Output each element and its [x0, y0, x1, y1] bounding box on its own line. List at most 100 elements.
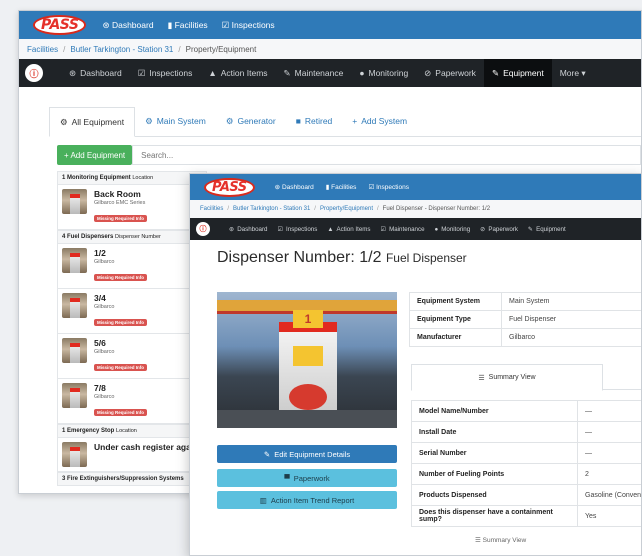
nav-inspections[interactable]: ☑ Inspections	[130, 59, 201, 87]
nav-maintenance[interactable]: ✎ Maintenance	[276, 59, 352, 87]
tab-add-system[interactable]: + Add System	[342, 106, 417, 136]
equipment-list: 1 Monitoring Equipment Location Back Roo…	[57, 171, 207, 486]
equipment-thumbnail	[62, 383, 87, 408]
top-nav-inspections[interactable]: ☑ Inspections	[222, 20, 275, 31]
nav-monitoring[interactable]: ● Monitoring	[351, 59, 416, 87]
list-item[interactable]: Back Room Gilbarco EMC Series Missing Re…	[57, 185, 207, 230]
nav-more[interactable]: More ▾	[552, 59, 594, 87]
warning-icon: ▲	[208, 68, 217, 78]
wrench-icon: ✎	[491, 67, 500, 78]
top-nav: ⊛ Dashboard ▮ Facilities ☑ Inspections	[275, 183, 421, 191]
search-input[interactable]	[132, 145, 641, 165]
group-header: 4 Fuel Dispensers Dispenser Number	[57, 230, 207, 244]
archive-icon: ■	[295, 116, 301, 126]
pass-logo[interactable]: PASS	[204, 177, 255, 197]
equipment-details-table: Equipment System Main System Equipment Ty…	[409, 292, 641, 347]
nav-equipment[interactable]: ✎ Equipment	[523, 218, 571, 240]
edit-icon: ✎	[263, 449, 271, 459]
nav-dashboard[interactable]: ⊛ Dashboard	[224, 218, 272, 240]
main-nav: ⓘ ⊛ Dashboard ☑ Inspections ▲ Action Items …	[190, 218, 641, 240]
top-nav-dashboard[interactable]: ⊛ Dashboard	[275, 183, 314, 191]
equipment-photo: 1	[217, 292, 397, 428]
equipment-detail-window: PASS ⊛ Dashboard ▮ Facilities ☑ Inspecti…	[189, 173, 642, 556]
list-item[interactable]: 5/6 Gilbarco Missing Required Info	[57, 334, 207, 379]
edit-icon: ✎	[283, 67, 291, 78]
info-icon: ●	[434, 225, 439, 233]
top-nav-facilities[interactable]: ▮ Facilities	[326, 183, 357, 191]
item-name: 7/8	[94, 383, 106, 393]
status-badge: Missing Required Info	[94, 319, 148, 326]
item-name: 5/6	[94, 338, 106, 348]
group-header: 3 Fire Extinguishers/Suppression Systems	[57, 472, 207, 486]
checkbox-icon: ☑	[380, 225, 387, 233]
breadcrumb: Facilities / Butler Tarkington - Station …	[19, 39, 641, 59]
ghost-summary-tab: ☰ Summary View	[475, 537, 527, 544]
nav-maintenance[interactable]: ☑ Maintenance	[376, 218, 430, 240]
breadcrumb-facilities[interactable]: Facilities	[27, 45, 58, 54]
tab-main-system[interactable]: ⚙ Main System	[135, 106, 216, 136]
list-item[interactable]: 7/8 Gilbarco Missing Required Info	[57, 379, 207, 424]
top-nav-dashboard[interactable]: ⊛ Dashboard	[102, 20, 153, 31]
nav-action-items[interactable]: ▲ Action Items	[200, 59, 275, 87]
gear-icon: ⚙	[145, 115, 153, 126]
table-row: Install Date —	[411, 421, 641, 443]
wrench-icon: ✎	[527, 225, 534, 233]
nav-paperwork[interactable]: ⊘ Paperwork	[416, 59, 484, 87]
warning-icon: ▲	[327, 225, 334, 233]
list-item[interactable]: Under cash register again	[57, 438, 207, 472]
top-nav-facilities[interactable]: ▮ Facilities	[168, 20, 208, 31]
nav-action-items[interactable]: ▲ Action Items	[322, 218, 375, 240]
nav-equipment[interactable]: ✎ Equipment	[483, 59, 552, 87]
group-header: 1 Emergency Stop Location	[57, 424, 207, 438]
breadcrumb-facility[interactable]: Butler Tarkington - Station 31	[70, 45, 173, 54]
nav-paperwork[interactable]: ⊘ Paperwork	[475, 218, 523, 240]
tab-all-equipment[interactable]: ⚙ All Equipment	[49, 107, 136, 137]
group-header: 1 Monitoring Equipment Location	[57, 171, 207, 185]
top-nav: ⊛ Dashboard ▮ Facilities ☑ Inspections	[102, 20, 288, 31]
item-sub: Gilbarco	[94, 394, 115, 400]
tab-retired[interactable]: ■ Retired	[286, 106, 343, 136]
info-icon: ●	[359, 68, 365, 78]
equipment-thumbnail	[62, 293, 87, 318]
app-logo-icon[interactable]: ⓘ	[196, 222, 210, 236]
table-row: Manufacturer Gilbarco	[409, 328, 641, 347]
breadcrumb-facilities[interactable]: Facilities	[200, 206, 223, 212]
breadcrumb-property[interactable]: Property/Equipment	[320, 206, 373, 212]
table-row: Products Dispensed Gasoline (Conven	[411, 484, 641, 506]
item-name: Back Room	[94, 189, 141, 199]
paperwork-button[interactable]: ▀ Paperwork	[217, 469, 397, 487]
app-logo-icon[interactable]: ⓘ	[25, 64, 43, 82]
top-bar: PASS ⊛ Dashboard ▮ Facilities ☑ Inspecti…	[190, 174, 641, 200]
breadcrumb-facility[interactable]: Butler Tarkington - Station 31	[233, 206, 310, 212]
top-nav-inspections[interactable]: ☑ Inspections	[368, 183, 409, 191]
dashboard-icon: ⊛	[229, 225, 235, 233]
page-title: Dispenser Number: 1/2 Fuel Dispenser	[217, 249, 467, 266]
summary-tabs: ☰ Summary View	[411, 364, 641, 391]
tab-generator[interactable]: ⚙ Generator	[216, 106, 286, 136]
item-name: 1/2	[94, 248, 106, 258]
pass-logo[interactable]: PASS	[33, 15, 87, 35]
nav-dashboard[interactable]: ⊛ Dashboard	[61, 59, 130, 87]
list-item[interactable]: 1/2 Gilbarco Missing Required Info	[57, 244, 207, 289]
tab-summary-view[interactable]: ☰ Summary View	[411, 364, 603, 391]
system-tabs: ⚙ All Equipment ⚙ Main System ⚙ Generator ■…	[49, 103, 641, 137]
nav-monitoring[interactable]: ● Monitoring	[430, 218, 476, 240]
dashboard-icon: ⊛	[69, 67, 77, 78]
checkbox-icon: ☑	[137, 67, 146, 78]
chart-icon: ▥	[259, 495, 267, 505]
checkbox-icon: ☑	[277, 225, 284, 233]
add-equipment-button[interactable]: + Add Equipment	[57, 145, 133, 165]
status-badge: Missing Required Info	[94, 215, 148, 222]
table-row: Model Name/Number —	[411, 400, 641, 422]
nav-inspections[interactable]: ☑ Inspections	[272, 218, 322, 240]
trend-report-button[interactable]: ▥ Action Item Trend Report	[217, 491, 397, 509]
status-badge: Missing Required Info	[94, 274, 148, 281]
equipment-thumbnail	[62, 189, 87, 214]
item-name: Under cash register again	[94, 442, 199, 452]
table-row: Number of Fueling Points 2	[411, 463, 641, 485]
list-icon: ☰	[478, 374, 485, 382]
archive-icon: ▀	[284, 473, 290, 483]
edit-equipment-button[interactable]: ✎ Edit Equipment Details	[217, 445, 397, 463]
list-item[interactable]: 3/4 Gilbarco Missing Required Info	[57, 289, 207, 334]
add-row: + Add Equipment	[57, 145, 641, 165]
